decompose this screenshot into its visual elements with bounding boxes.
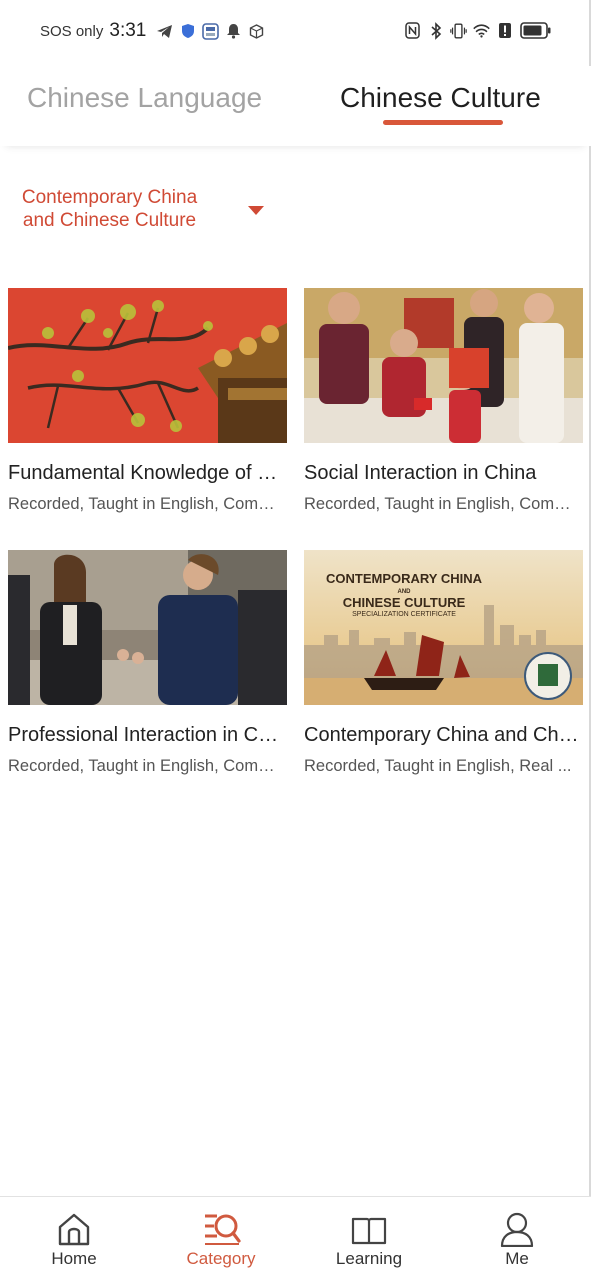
telegram-icon [156,23,173,40]
course-subtitle: Recorded, Taught in English, Completed [304,495,576,513]
nav-category[interactable]: Category [161,1197,281,1280]
nav-label-learning: Learning [335,1249,403,1268]
nav-learning[interactable]: Learning [309,1197,429,1280]
course-title: Fundamental Knowledge of Chinese Culture [8,462,283,484]
course-title: Social Interaction in China [304,462,537,484]
cert-line3: CHINESE CULTURE [343,595,466,610]
bluetooth-icon [427,21,444,40]
active-tab-indicator [383,120,503,125]
subcategory-dropdown[interactable]: Contemporary China and Chinese Culture [0,186,300,238]
battery-icon [519,22,553,39]
alert-icon [496,22,513,39]
course-title: Professional Interaction in China [8,724,283,746]
dropdown-label-line1: Contemporary China [21,187,198,208]
course-title: Contemporary China and Chinese Culture [304,724,579,746]
clock: 3:31 [109,20,147,41]
category-icon [203,1211,241,1247]
nav-label-category: Category [186,1249,256,1268]
nav-label-me: Me [505,1249,529,1268]
family-greeting-image [304,288,583,443]
box-icon [248,23,265,40]
home-icon [56,1211,92,1247]
course-subtitle: Recorded, Taught in English, Completed [8,757,280,775]
course-card[interactable]: Fundamental Knowledge of Chinese Culture… [8,288,288,514]
cert-line4: SPECIALIZATION CERTIFICATE [352,611,456,618]
business-meeting-image [8,550,287,705]
course-card[interactable]: CONTEMPORARY CHINA AND CHINESE CULTURE S… [304,550,584,776]
course-thumbnail: CONTEMPORARY CHINA AND CHINESE CULTURE S… [304,550,583,705]
nav-label-home: Home [51,1249,97,1268]
bell-icon [225,23,242,40]
hong-kong-junk-certificate-image: CONTEMPORARY CHINA AND CHINESE CULTURE S… [304,550,583,705]
nfc-icon [404,22,421,39]
nav-home[interactable]: Home [14,1197,134,1280]
tab-chinese-language[interactable]: Chinese Language [27,82,262,114]
status-right [404,21,553,40]
course-subtitle: Recorded, Taught in English, Real ... [304,757,572,775]
caret-down-icon [248,206,264,215]
bottom-nav: Home Category Learning Me [0,1196,591,1280]
dropdown-label-line2: and Chinese Culture [22,210,197,231]
course-thumbnail [8,550,287,705]
book-icon [351,1211,387,1247]
tab-chinese-culture[interactable]: Chinese Culture [340,82,541,114]
cert-line1: CONTEMPORARY CHINA [326,571,483,586]
course-thumbnail [8,288,287,443]
status-bar: SOS only 3:31 [0,0,591,66]
red-wall-pine-image [8,288,287,443]
course-card[interactable]: Professional Interaction in China Record… [8,550,288,776]
nav-me[interactable]: Me [457,1197,577,1280]
person-icon [499,1211,535,1248]
vibrate-icon [450,22,467,39]
category-tabs: Chinese Language Chinese Culture [0,66,591,146]
app-notification-icon [202,22,220,40]
course-thumbnail [304,288,583,443]
course-card[interactable]: Social Interaction in China Recorded, Ta… [304,288,584,514]
shield-icon [179,23,196,40]
wifi-icon [473,22,490,39]
course-subtitle: Recorded, Taught in English, Completed [8,495,280,513]
status-left: SOS only 3:31 [40,20,265,42]
carrier-text: SOS only [40,22,104,40]
